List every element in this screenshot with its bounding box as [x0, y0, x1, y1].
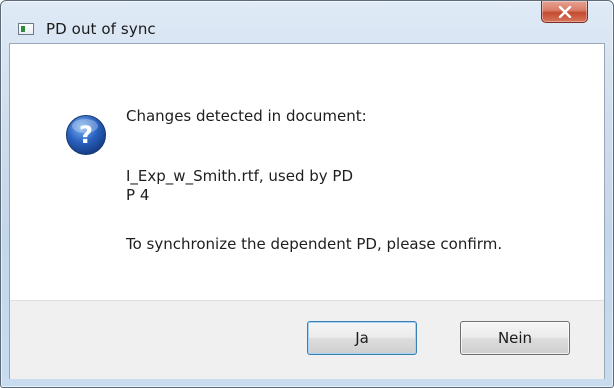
yes-button[interactable]: Ja: [307, 321, 417, 355]
window-title: PD out of sync: [46, 20, 156, 38]
message-instruction: To synchronize the dependent PD, please …: [126, 235, 503, 253]
question-icon: ?: [65, 114, 107, 160]
dialog-window: PD out of sync ? Changes detected in doc…: [0, 0, 614, 388]
title-bar[interactable]: PD out of sync: [1, 1, 613, 43]
message-page: P 4: [126, 186, 150, 204]
close-button[interactable]: [541, 1, 588, 23]
dialog-body: ? Changes detected in document: I_Exp_w_…: [9, 43, 605, 379]
close-icon: [558, 5, 572, 18]
button-bar: Ja Nein: [10, 300, 604, 379]
message-heading: Changes detected in document:: [126, 107, 367, 125]
message-document: I_Exp_w_Smith.rtf, used by PD: [126, 167, 353, 185]
no-button[interactable]: Nein: [460, 321, 570, 355]
svg-text:?: ?: [79, 121, 93, 149]
window-app-icon[interactable]: [18, 23, 34, 35]
